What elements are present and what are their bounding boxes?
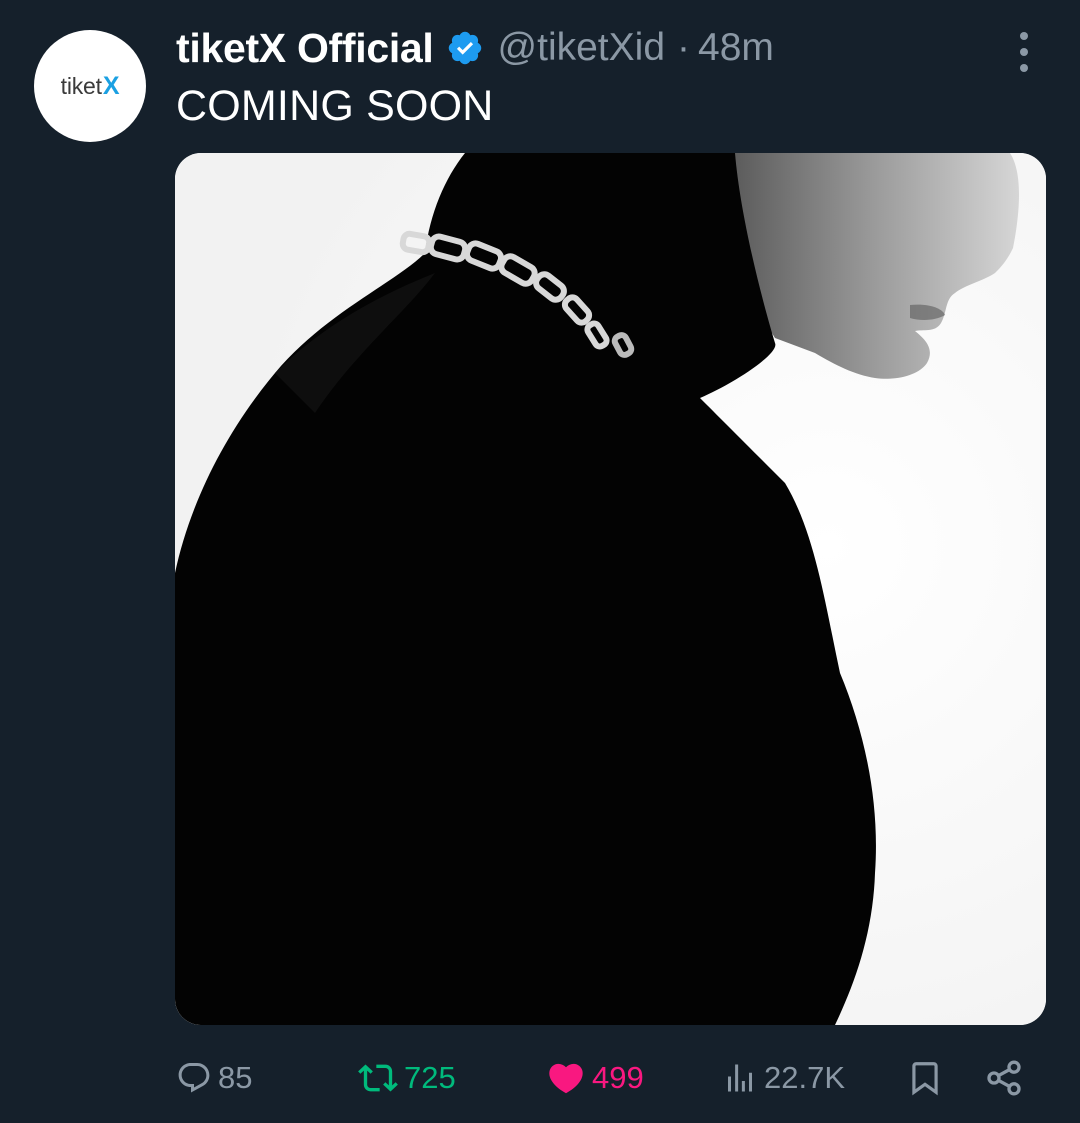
reply-count: 85 [218,1060,253,1095]
retweet-icon [358,1064,398,1092]
tweet: tiket X tiketX Official @tiketXid · 48m C… [0,0,1080,1123]
avatar[interactable]: tiket X [34,30,146,142]
like-button[interactable]: 499 [546,1048,644,1108]
more-options-icon[interactable] [1008,32,1040,72]
more-dot [1020,48,1028,56]
tweet-media-image[interactable] [175,153,1046,1025]
like-count: 499 [592,1060,644,1095]
retweet-count: 725 [404,1060,456,1095]
tweet-actions: 85 725 499 22.7K [0,1048,1080,1108]
handle[interactable]: @tiketXid [498,26,665,70]
views-button[interactable]: 22.7K [722,1048,845,1108]
comment-icon [178,1063,210,1093]
timestamp[interactable]: 48m [698,26,774,70]
share-button[interactable] [984,1048,1024,1108]
display-name[interactable]: tiketX Official [176,25,434,72]
share-icon [987,1060,1021,1096]
bookmark-icon [912,1062,938,1096]
more-dot [1020,64,1028,72]
views-bar-chart-icon [728,1064,752,1092]
tweet-text: COMING SOON [176,82,494,130]
more-dot [1020,32,1028,40]
silhouette-photo [175,153,1046,1025]
bookmark-button[interactable] [906,1048,944,1108]
retweet-button[interactable]: 725 [358,1048,456,1108]
heart-icon [549,1063,583,1094]
reply-button[interactable]: 85 [176,1048,252,1108]
verified-badge-icon [446,29,484,67]
logo-x-mark: X [102,71,120,100]
views-count: 22.7K [764,1060,846,1095]
tiketx-logo: tiket X [61,72,120,101]
separator-dot: · [677,26,691,69]
logo-text: tiket [60,72,102,99]
tweet-header: tiketX Official @tiketXid · 48m [176,24,774,72]
